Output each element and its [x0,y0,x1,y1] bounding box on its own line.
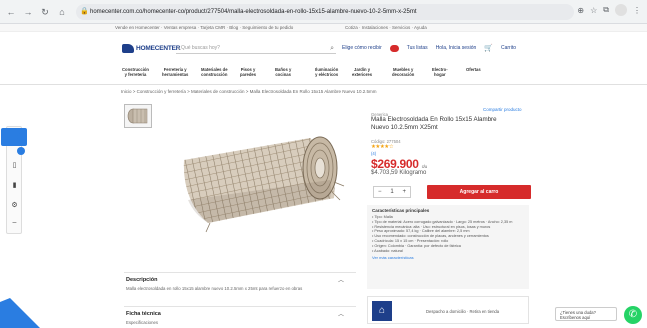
chevron-up-icon[interactable]: ︿ [338,309,344,318]
qty-value[interactable]: 1 [390,189,393,195]
product-title: Malla Electrosoldada En Rollo 15x15 Alam… [371,116,497,131]
category-item[interactable]: Ofertas [466,67,481,72]
side-badge-icon[interactable] [17,147,25,155]
browser-actions: ⊕ ☆ ⧉ ⋮ [577,4,641,16]
top-info-strip: Vende en Homecenter · Ventas empresa · T… [0,24,647,32]
category-item[interactable]: Jardín y exteriores [352,67,372,77]
chat-prompt[interactable]: ¿Tienes una duda? Escríbenos aquí [555,307,617,321]
extensions-icon[interactable]: ⧉ [603,5,609,15]
specs-box: Características principales • Tipo: Mall… [367,205,529,289]
accordion-title: Ficha técnica [126,311,161,317]
rating-stars[interactable]: ★★★★☆ [371,144,394,150]
breadcrumb[interactable]: Inicio > Construcción y ferretería > Mat… [121,89,377,94]
home-icon[interactable]: ⌂ [56,6,68,18]
back-icon[interactable]: ← [5,6,17,18]
floating-side-toolbar: ▯ ▮ ⚙ – [1,126,27,234]
address-bar[interactable]: 🔒 homecenter.com.co/homecenter-co/produc… [76,4,574,20]
category-item[interactable]: Construcción y ferretería [122,67,149,77]
my-lists-link[interactable]: Tus listas [407,45,428,51]
category-item[interactable]: Electro- hogar [432,67,448,77]
zoom-icon[interactable]: ⊕ [577,6,584,15]
shipping-text: Despacho a domicilio · Retira en tienda [426,309,500,314]
share-link[interactable]: Compartir producto [483,107,522,112]
delivery-badge-icon [389,44,399,52]
phone-icon[interactable]: ▮ [11,181,18,189]
category-nav: Construcción y ferretería Ferretería y h… [0,63,647,85]
category-item[interactable]: Ferretería y herramientas [162,67,188,77]
logo-mark-icon [122,43,134,53]
browser-menu-icon[interactable]: ⋮ [633,6,641,15]
datasheet-accordion[interactable]: Ficha técnica ︿ Especificaciones [124,306,356,328]
site-header: HOMECENTER ¿Qué buscas hoy? ⌕ Elige cómo… [0,33,647,63]
settings-icon[interactable]: ⚙ [11,201,18,209]
url-text: homecenter.com.co/homecenter-co/product/… [90,9,417,15]
top-links-right[interactable]: Cotiza · Instalaciones · Servicios · Ayu… [345,24,427,32]
header-links: Elige cómo recibir Tus listas Hola, Inic… [342,44,516,52]
login-link[interactable]: Hola, Inicia sesión [436,45,477,51]
homecenter-logo[interactable]: HOMECENTER [122,42,180,54]
qty-minus-button[interactable]: − [378,189,382,195]
corner-ribbon-icon [0,298,40,328]
price-unit: c/u [421,164,427,169]
minus-icon[interactable]: – [11,219,18,226]
specs-title: Características principales [372,208,430,213]
spec-line: • Tipo de material: Acero corrugado galv… [372,219,513,224]
category-item[interactable]: Muebles y decoración [392,67,414,77]
chat-prompt-text: ¿Tienes una duda? Escríbenos aquí [560,310,596,320]
home-delivery-icon: ⌂ [372,301,392,321]
see-more-specs-link[interactable]: Ver más características [372,255,524,260]
add-to-cart-button[interactable]: Agregar al carro [427,185,531,199]
profile-avatar[interactable] [615,4,627,16]
logo-text: HOMECENTER [136,44,181,52]
rating-count[interactable]: (4) [371,151,376,156]
accordion-body: Especificaciones [126,320,159,325]
spec-line: • Acabado: natural [372,248,403,253]
top-links-left[interactable]: Vende en Homecenter · Ventas empresa · T… [115,24,293,32]
forward-icon[interactable]: → [22,6,34,18]
side-badge-icon[interactable] [17,133,25,141]
reload-icon[interactable]: ↻ [39,6,51,18]
price-per-unit: $4.703,59 Kilogramo [371,170,427,176]
product-main-image[interactable] [162,120,352,245]
cart-icon[interactable]: 🛒 [484,44,493,52]
whatsapp-icon[interactable]: ✆ [624,306,642,324]
description-accordion[interactable]: Descripción ︿ Malla electrosoldada en ro… [124,272,356,294]
category-item[interactable]: Pisos y paredes [240,67,256,77]
bookmark-star-icon[interactable]: ☆ [590,6,597,15]
mesh-roll-thumb-icon [127,108,148,124]
shipping-box: ⌂ Despacho a domicilio · Retira en tiend… [367,296,529,324]
lock-icon: 🔒 [80,8,89,15]
delivery-selector[interactable]: Elige cómo recibir [342,45,382,51]
category-item[interactable]: Materiales de construcción [201,67,228,77]
accordion-title: Descripción [126,277,158,283]
search-placeholder: ¿Qué buscas hoy? [178,45,220,51]
qty-plus-button[interactable]: + [402,189,406,195]
gallery-thumbnail[interactable] [124,104,152,128]
category-item[interactable]: Baños y cocinas [275,67,291,77]
cart-link[interactable]: Carrito [501,45,516,51]
document-icon[interactable]: ▯ [11,161,18,169]
chevron-up-icon[interactable]: ︿ [338,275,344,284]
product-price: $269.900 c/u [371,157,427,171]
category-item[interactable]: Iluminación y eléctricos [315,67,338,77]
price-value: $269.900 [371,157,419,171]
search-icon[interactable]: ⌕ [330,43,334,54]
search-input[interactable]: ¿Qué buscas hoy? ⌕ [176,43,336,54]
accordion-body: Malla electrosoldada en rollo 15x15 alam… [126,286,303,291]
browser-toolbar: ← → ↻ ⌂ 🔒 homecenter.com.co/homecenter-c… [0,0,647,24]
quantity-stepper: − 1 + [373,186,411,198]
